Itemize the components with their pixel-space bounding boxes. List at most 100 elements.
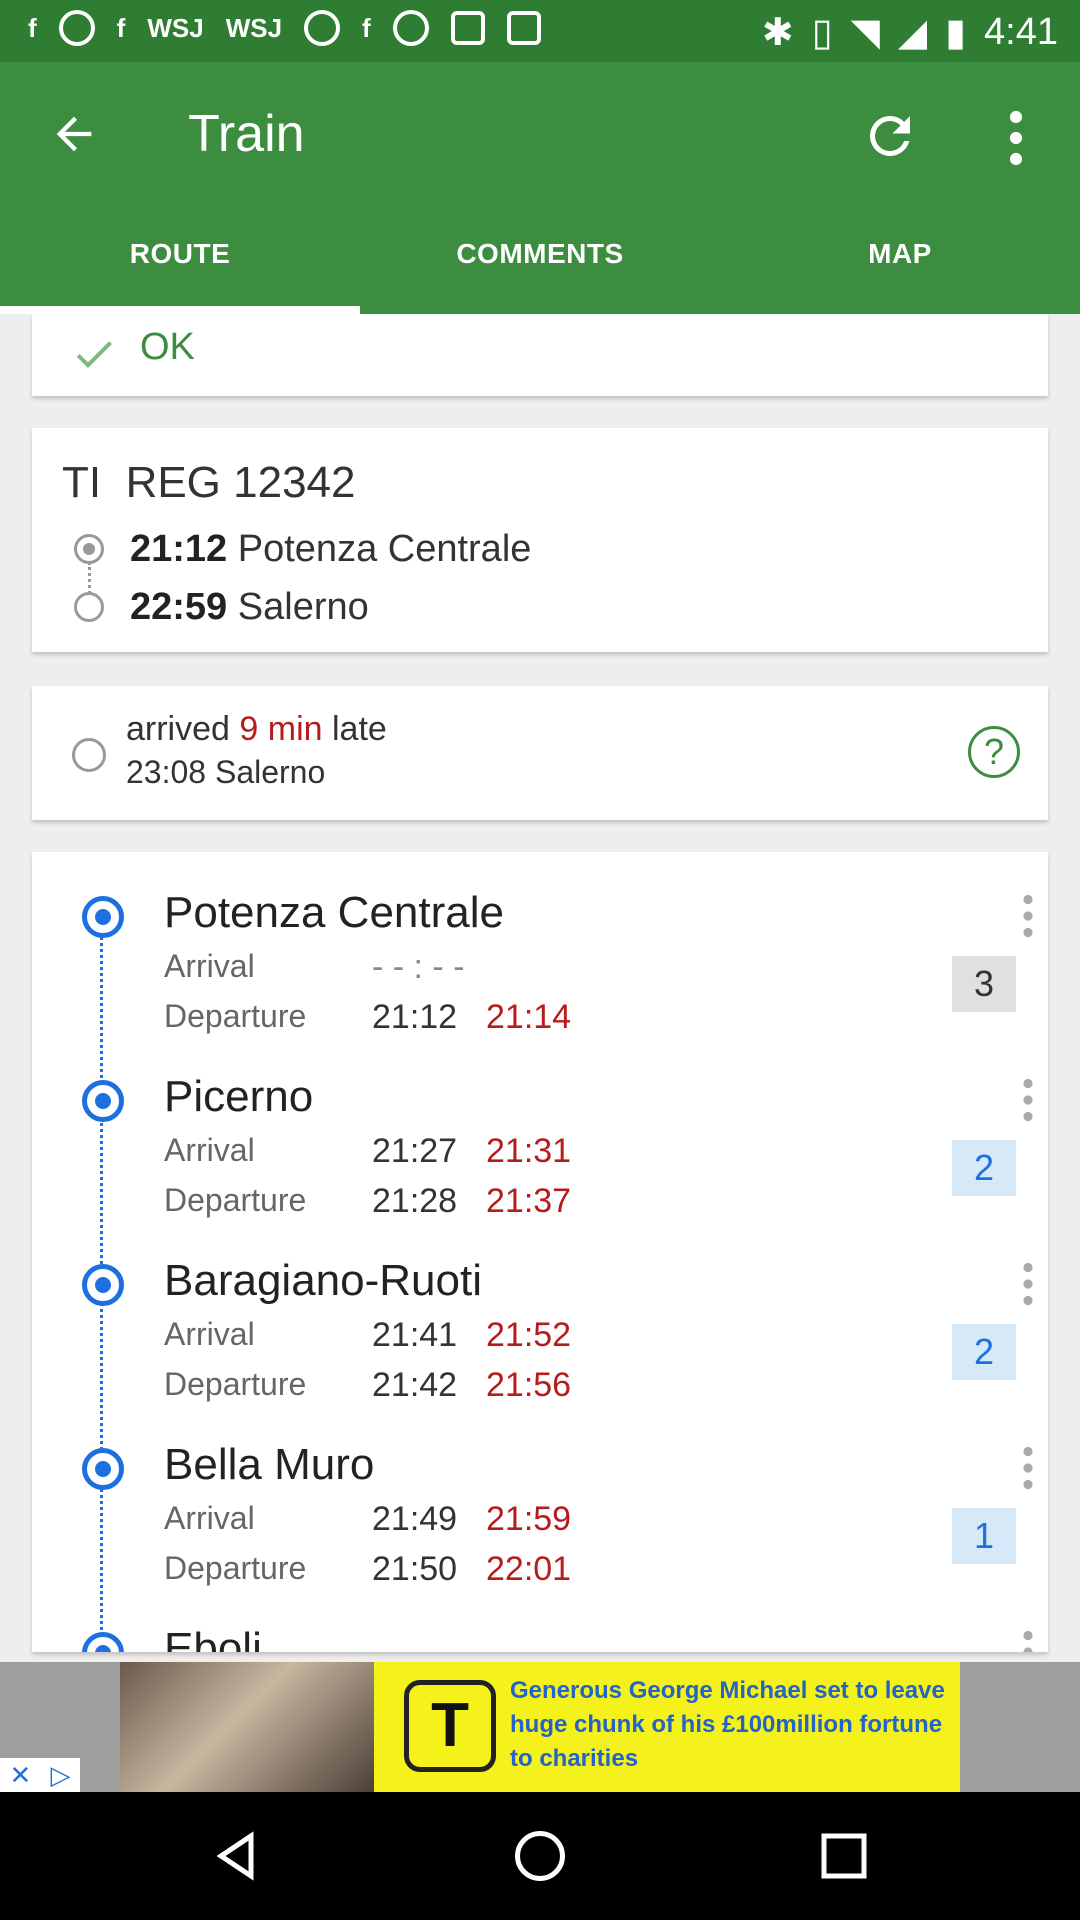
stop-menu-icon[interactable] [1022,1446,1034,1490]
wsj-icon: WSJ [147,12,204,43]
stop-marker-icon [82,896,124,938]
battery-icon: ▮ [945,12,967,54]
departure-actual: 22:01 [486,1550,572,1588]
stop-marker-icon [82,1632,124,1652]
destination-row: 22:59 Salerno [130,586,369,629]
wifi-icon: ◥ [850,12,880,54]
adchoices-icon[interactable]: ▷ [50,1760,70,1791]
train-name: TI REG 12342 [62,458,356,508]
arrival-scheduled: 21:41 [372,1316,458,1354]
tab-map[interactable]: MAP [720,222,1080,314]
departure-label: Departure [164,1366,307,1402]
system-nav-bar [0,1792,1080,1920]
pause-icon [392,10,429,46]
origin-row: 21:12 Potenza Centrale [130,528,531,571]
stop-name: Eboli [164,1624,262,1652]
signal-icon: ◢ [897,12,928,54]
ok-card: OK [32,314,1048,396]
facebook-icon: f [116,12,126,43]
arrival-scheduled: 21:27 [372,1132,458,1170]
stops-list: Potenza Centrale Arrival - - : - - Depar… [32,852,1048,1652]
delay-value: 9 min [239,710,323,748]
destination-station: Salerno [237,586,369,628]
departure-scheduled: 21:12 [372,998,458,1036]
chevron-down-icon[interactable] [72,738,106,772]
list-item[interactable]: Picerno Arrival 21:27 21:31 Departure 21… [32,1072,1048,1264]
departure-actual: 21:56 [486,1366,572,1404]
tab-comments[interactable]: COMMENTS [360,222,720,314]
ad-banner[interactable]: T Generous George Michael set to leave h… [0,1662,1080,1792]
stop-name: Potenza Centrale [164,888,504,937]
platform-badge: 3 [952,956,1016,1012]
ad-controls[interactable]: ✕ ▷ [0,1758,80,1792]
more-options-icon[interactable] [1006,110,1026,166]
status-card[interactable]: arrived 9 min late 23:08 Salerno ? [32,686,1048,820]
game-icon [506,11,541,45]
stop-menu-icon[interactable] [1022,1262,1034,1306]
arrival-scheduled: - - : - - [372,948,465,986]
help-icon[interactable]: ? [968,726,1020,778]
ad-logo: T [404,1680,496,1772]
arrival-actual: 21:31 [486,1132,572,1170]
vibrate-icon: ▯ [811,12,833,54]
train-number: REG 12342 [125,458,356,507]
departure-scheduled: 21:28 [372,1182,458,1220]
destination-dot-icon [74,592,104,622]
arrival-actual: 21:52 [486,1316,572,1354]
stop-marker-icon [82,1080,124,1122]
ad-headline[interactable]: Generous George Michael set to leave hug… [510,1674,950,1776]
ok-label: OK [140,326,195,368]
stop-name: Baragiano-Ruoti [164,1256,482,1305]
clock: 4:41 [984,11,1058,53]
platform-badge: 1 [952,1508,1016,1564]
delay-status: arrived 9 min late [126,710,387,749]
tab-route[interactable]: ROUTE [0,222,360,314]
origin-dot-icon [74,534,104,564]
route-connector [88,562,91,594]
back-arrow-icon[interactable] [48,108,100,160]
facebook-icon: f [28,12,37,43]
stop-marker-icon [82,1264,124,1306]
status-suffix: late [331,710,387,748]
list-item[interactable]: Potenza Centrale Arrival - - : - - Depar… [32,888,1048,1080]
stop-menu-icon[interactable] [1022,894,1034,938]
departure-actual: 21:37 [486,1182,572,1220]
departure-scheduled: 21:42 [372,1366,458,1404]
departure-label: Departure [164,1182,307,1218]
list-item[interactable]: Eboli [32,1624,1048,1652]
stop-menu-icon[interactable] [1022,1630,1034,1652]
arrival-label: Arrival [164,1500,255,1536]
arrival-actual: 21:59 [486,1500,572,1538]
tab-bar: ROUTE COMMENTS MAP [0,222,1080,314]
arrival-scheduled: 21:49 [372,1500,458,1538]
wsj-icon: WSJ [225,12,283,43]
stop-menu-icon[interactable] [1022,1078,1034,1122]
check-icon [76,341,112,368]
smiley-icon [304,10,341,46]
departure-label: Departure [164,1550,307,1586]
stop-marker-icon [82,1448,124,1490]
ad-photo[interactable] [120,1662,374,1792]
list-item[interactable]: Baragiano-Ruoti Arrival 21:41 21:52 Depa… [32,1256,1048,1448]
status-prefix: arrived [126,710,230,748]
train-summary-card: TI REG 12342 21:12 Potenza Centrale 22:5… [32,428,1048,652]
ad-content[interactable]: T Generous George Michael set to leave h… [374,1662,960,1792]
platform-badge: 2 [952,1140,1016,1196]
bluetooth-icon: ✱ [761,12,794,54]
page-title: Train [188,105,305,163]
refresh-icon[interactable] [860,106,920,166]
platform-badge: 2 [952,1324,1016,1380]
app-bar: Train ROUTE COMMENTS MAP [0,62,1080,314]
list-item[interactable]: Bella Muro Arrival 21:49 21:59 Departure… [32,1440,1048,1632]
home-nav-icon[interactable] [510,1826,570,1886]
stop-name: Picerno [164,1072,314,1121]
departure-label: Departure [164,998,307,1034]
arrival-label: Arrival [164,1316,255,1352]
arrival-label: Arrival [164,1132,255,1168]
origin-time: 21:12 [130,528,228,570]
departure-actual: 21:14 [486,998,572,1036]
back-nav-icon[interactable] [206,1826,266,1886]
recents-nav-icon[interactable] [814,1826,874,1886]
smiley-icon [58,10,95,46]
close-icon[interactable]: ✕ [10,1760,32,1791]
